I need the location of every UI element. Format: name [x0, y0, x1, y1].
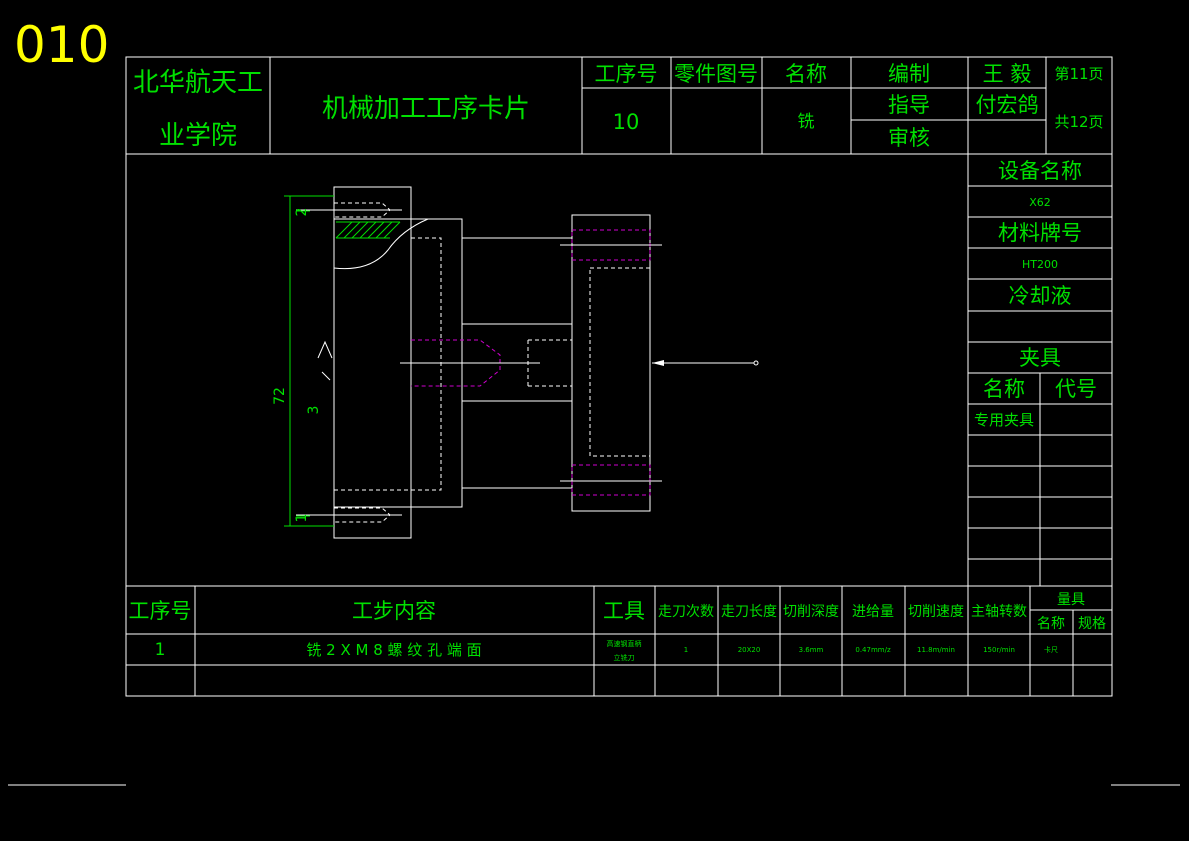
material-label: 材料牌号 — [998, 221, 1082, 245]
process-no-value: 10 — [613, 110, 640, 134]
steps-header-gauge-name: 名称 — [1037, 616, 1065, 632]
step-feed: 0.47mm/z — [855, 646, 891, 654]
step-speed: 11.8m/min — [917, 646, 955, 654]
steps-header-spindle: 主轴转数 — [971, 604, 1027, 620]
part-sketch: 72 1 2 3 — [272, 186, 759, 539]
break-mark-icon — [317, 340, 333, 359]
fixture-code-label: 代号 — [1055, 377, 1097, 401]
steps-header-depth: 切削深度 — [783, 604, 839, 620]
fixture-name-label: 名称 — [983, 377, 1025, 401]
school-name-line2: 业学院 — [159, 121, 237, 151]
step-depth: 3.6mm — [799, 646, 824, 654]
process-card-drawing: 010 北华航天工 业学院 机械加工工序卡片 工序号 零件图号 名称 10 铣 … — [8, 16, 1180, 786]
page-total: 共12页 — [1054, 113, 1103, 131]
step-no: 1 — [155, 640, 166, 660]
step-gauge-name: 卡尺 — [1044, 645, 1058, 654]
steps-header-feed: 进给量 — [852, 604, 894, 620]
step-spindle: 150r/min — [983, 646, 1015, 654]
step-tool-line2: 立铣刀 — [614, 653, 635, 662]
dimension-72: 72 — [272, 387, 288, 405]
equipment-value: X62 — [1029, 196, 1051, 209]
locating-arrow-icon — [652, 360, 664, 366]
right-hole-bottom — [571, 464, 651, 496]
bore-hidden — [410, 237, 442, 491]
break-mark-lower-icon — [321, 371, 331, 381]
name-value: 铣 — [798, 112, 815, 132]
step-passes: 1 — [684, 646, 688, 654]
locating-point-icon — [753, 360, 759, 366]
process-no-label: 工序号 — [595, 62, 658, 86]
steps-header-no: 工序号 — [129, 599, 192, 623]
fixture-label: 夹具 — [1019, 346, 1061, 370]
school-name-line1: 北华航天工 — [133, 68, 263, 98]
datum-label-1: 1 — [294, 514, 310, 523]
review-label: 审核 — [888, 126, 930, 150]
part-drawing-no-label: 零件图号 — [674, 62, 758, 86]
card-title: 机械加工工序卡片 — [322, 94, 530, 124]
hatch-section — [335, 221, 401, 239]
drawing-number: 010 — [14, 16, 109, 74]
step-length: 20X20 — [738, 646, 761, 654]
steps-header-tool: 工具 — [603, 599, 645, 623]
steps-header-passes: 走刀次数 — [658, 604, 714, 620]
steps-header-length: 走刀长度 — [721, 604, 777, 620]
guide-name: 付宏鸽 — [976, 93, 1039, 117]
datum-label-3: 3 — [306, 406, 322, 415]
table-row: 1 铣 2 X M 8 螺 纹 孔 端 面 高速钢直柄 立铣刀 1 20X20 … — [155, 639, 1058, 662]
material-value: HT200 — [1022, 258, 1058, 271]
guide-label: 指导 — [888, 93, 930, 117]
steps-header-speed: 切削速度 — [908, 604, 964, 620]
right-cavity-hidden — [589, 267, 651, 457]
compiler-name: 王 毅 — [983, 62, 1032, 86]
part-left-body — [333, 186, 412, 539]
step-tool-line1: 高速钢直柄 — [607, 639, 642, 648]
coolant-label: 冷却液 — [1009, 284, 1072, 308]
steps-header-gauge-spec: 规格 — [1078, 616, 1106, 632]
part-right-body — [571, 214, 651, 512]
equipment-label: 设备名称 — [998, 159, 1082, 183]
steps-header-content: 工步内容 — [352, 599, 436, 623]
fixture-name-value: 专用夹具 — [974, 411, 1034, 429]
steps-header-gauge: 量具 — [1057, 592, 1085, 608]
step-content: 铣 2 X M 8 螺 纹 孔 端 面 — [306, 641, 481, 659]
compile-label: 编制 — [888, 62, 930, 86]
page-number: 第11页 — [1054, 65, 1103, 83]
datum-label-2: 2 — [294, 208, 310, 217]
name-label: 名称 — [785, 62, 827, 86]
